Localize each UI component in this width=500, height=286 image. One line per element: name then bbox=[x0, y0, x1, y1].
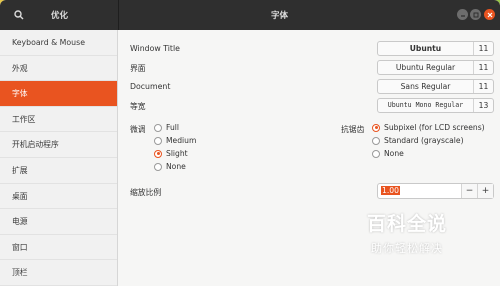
monospace-font-label: 等宽 bbox=[130, 102, 146, 111]
scaling-factor-value: 1.00 bbox=[381, 186, 400, 195]
close-icon[interactable] bbox=[484, 9, 495, 20]
hinting-full-radio[interactable]: Full bbox=[154, 121, 196, 134]
document-font-button[interactable]: Sans Regular 11 bbox=[377, 79, 494, 94]
radio-dot bbox=[372, 149, 380, 158]
window-title-font-button[interactable]: Ubuntu 11 bbox=[377, 41, 494, 56]
scaling-factor-spinbutton: 1.00 − + bbox=[377, 183, 494, 199]
hinting-none-radio[interactable]: None bbox=[154, 160, 196, 173]
watermark-subtitle: 助你轻松解决 bbox=[371, 242, 443, 255]
sidebar-item-startup-apps[interactable]: 开机启动程序 bbox=[0, 132, 117, 158]
sidebar-item-extensions[interactable]: 扩展 bbox=[0, 158, 117, 184]
radio-dot bbox=[154, 162, 162, 171]
hinting-label: 微调 bbox=[130, 125, 146, 134]
radio-label: None bbox=[384, 149, 404, 158]
antialiasing-subpixel-radio[interactable]: Subpixel (for LCD screens) bbox=[372, 121, 485, 134]
fonts-panel: Window Title Ubuntu 11 界面 Ubuntu Regular… bbox=[119, 30, 500, 286]
interface-font-label: 界面 bbox=[130, 64, 146, 73]
document-font-name: Sans Regular bbox=[400, 82, 451, 91]
window-title-font-label: Window Title bbox=[130, 44, 180, 53]
radio-dot bbox=[154, 123, 162, 132]
app-title: 优化 bbox=[50, 11, 68, 21]
watermark: 百科全说 助你轻松解决 bbox=[347, 209, 467, 264]
radio-label: Standard (grayscale) bbox=[384, 136, 464, 145]
antialiasing-options: Subpixel (for LCD screens) Standard (gra… bbox=[372, 121, 485, 160]
antialiasing-standard-radio[interactable]: Standard (grayscale) bbox=[372, 134, 485, 147]
document-font-label: Document bbox=[130, 82, 171, 91]
interface-font-size: 11 bbox=[473, 61, 493, 74]
radio-label: Subpixel (for LCD screens) bbox=[384, 123, 485, 132]
document-font-size: 11 bbox=[473, 80, 493, 93]
tweaks-window: 优化 字体 Keyboard & Mouse 外观 字体 工作区 开机启动程序 … bbox=[0, 0, 500, 286]
monospace-font-button[interactable]: Ubuntu Mono Regular 13 bbox=[377, 98, 494, 113]
radio-dot bbox=[372, 136, 380, 145]
monospace-font-name: Ubuntu Mono Regular bbox=[387, 101, 464, 109]
scaling-decrease-button[interactable]: − bbox=[461, 184, 477, 198]
sidebar-item-keyboard-mouse[interactable]: Keyboard & Mouse bbox=[0, 30, 117, 56]
minimize-icon[interactable] bbox=[457, 9, 468, 20]
sidebar-item-fonts[interactable]: 字体 bbox=[0, 81, 117, 107]
radio-label: Slight bbox=[166, 149, 188, 158]
sidebar-item-appearance[interactable]: 外观 bbox=[0, 56, 117, 82]
antialiasing-none-radio[interactable]: None bbox=[372, 147, 485, 160]
monospace-font-size: 13 bbox=[473, 99, 493, 112]
sidebar-item-top-bar[interactable]: 顶栏 bbox=[0, 260, 117, 286]
header-bar: 优化 字体 bbox=[0, 0, 500, 30]
interface-font-button[interactable]: Ubuntu Regular 11 bbox=[377, 60, 494, 75]
radio-label: Medium bbox=[166, 136, 197, 145]
maximize-icon[interactable] bbox=[470, 9, 481, 20]
radio-label: None bbox=[166, 162, 186, 171]
sidebar-item-windows[interactable]: 窗口 bbox=[0, 235, 117, 261]
page-title: 字体 bbox=[270, 11, 288, 21]
scaling-increase-button[interactable]: + bbox=[477, 184, 493, 198]
radio-label: Full bbox=[166, 123, 179, 132]
sidebar-item-power[interactable]: 电源 bbox=[0, 209, 117, 235]
window-title-font-name: Ubuntu bbox=[409, 44, 442, 53]
scaling-factor-label: 缩放比例 bbox=[130, 188, 162, 197]
window-title-font-size: 11 bbox=[473, 42, 493, 55]
header-left-pane: 优化 bbox=[0, 0, 119, 30]
sidebar-item-workspaces[interactable]: 工作区 bbox=[0, 107, 117, 133]
antialiasing-label: 抗锯齿 bbox=[341, 125, 365, 134]
interface-font-name: Ubuntu Regular bbox=[395, 63, 456, 72]
watermark-title: 百科全说 bbox=[366, 213, 447, 235]
scaling-factor-input[interactable]: 1.00 bbox=[378, 184, 461, 198]
radio-dot bbox=[154, 136, 162, 145]
hinting-options: Full Medium Slight None bbox=[154, 121, 196, 173]
hinting-slight-radio[interactable]: Slight bbox=[154, 147, 196, 160]
radio-dot-selected bbox=[154, 149, 162, 158]
sidebar-item-desktop[interactable]: 桌面 bbox=[0, 184, 117, 210]
sidebar: Keyboard & Mouse 外观 字体 工作区 开机启动程序 扩展 桌面 … bbox=[0, 30, 118, 286]
hinting-medium-radio[interactable]: Medium bbox=[154, 134, 196, 147]
radio-dot-selected bbox=[372, 123, 380, 132]
